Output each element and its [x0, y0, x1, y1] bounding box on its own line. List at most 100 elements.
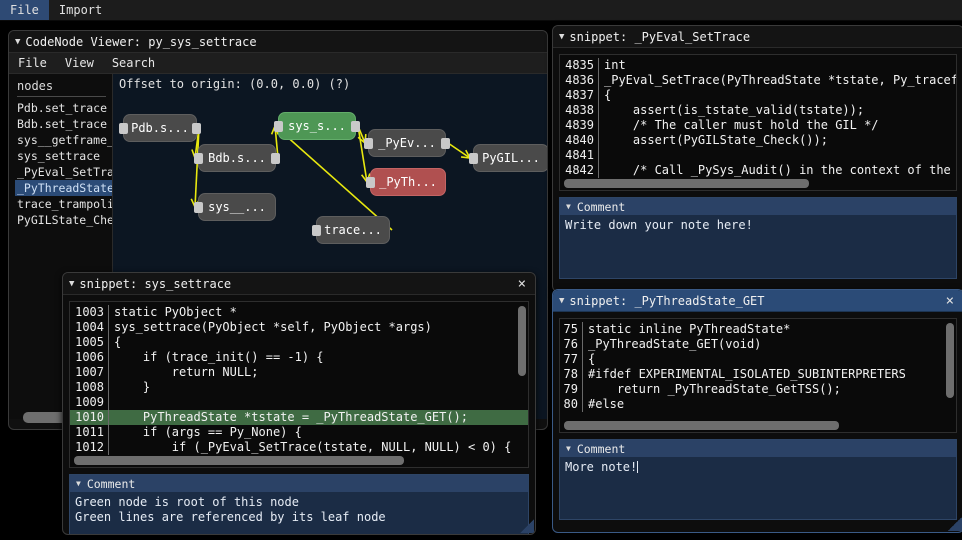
code-line-text: #else — [588, 397, 625, 411]
node-input-port[interactable] — [119, 123, 128, 134]
snippet-threadstate-code-area[interactable]: 75 static inline PyThreadState* 76 _PyThrea… — [559, 318, 957, 433]
comment-header[interactable]: ▼ Comment — [70, 475, 528, 492]
snippet-eval-code-area[interactable]: 4835 int 4836 _PyEval_SetTrace(PyThreadStat… — [559, 54, 957, 191]
snippet-settrace-hscrollbar[interactable] — [74, 456, 524, 465]
graph-node[interactable]: Pdb.s... — [119, 114, 201, 142]
node-input-port[interactable] — [469, 153, 478, 164]
scrollbar-thumb[interactable] — [564, 421, 839, 430]
code-line[interactable]: 1008 } — [70, 380, 528, 395]
snippet-window-sys-settrace[interactable]: ▼ snippet: sys_settrace × 1003 static PyO… — [62, 272, 536, 535]
node-list-item[interactable]: Pdb.set_trace — [15, 100, 112, 116]
node-output-port[interactable] — [441, 138, 450, 149]
code-line-text: { — [604, 88, 612, 102]
code-line[interactable]: 4835 int — [560, 58, 956, 73]
node-input-port[interactable] — [312, 225, 321, 236]
resize-handle-icon[interactable] — [520, 519, 534, 533]
node-input-port[interactable] — [366, 177, 375, 188]
code-line[interactable]: 1010 PyThreadState *tstate = _PyThreadSt… — [70, 410, 528, 425]
code-line[interactable]: 1005 { — [70, 335, 528, 350]
node-list-item[interactable]: trace_trampolin — [15, 196, 112, 212]
snippet-settrace-titlebar[interactable]: ▼ snippet: sys_settrace × — [63, 273, 535, 295]
collapse-caret-icon[interactable]: ▼ — [15, 37, 20, 47]
main-menu-view[interactable]: View — [56, 53, 103, 73]
resize-handle-icon[interactable] — [948, 517, 962, 531]
collapse-caret-icon[interactable]: ▼ — [559, 32, 564, 42]
graph-node[interactable]: _PyEv... — [364, 129, 450, 157]
code-line[interactable]: 1009 — [70, 395, 528, 410]
node-output-port[interactable] — [271, 153, 280, 164]
graph-node[interactable]: sys_s... — [274, 112, 360, 140]
collapse-caret-icon[interactable]: ▼ — [566, 202, 571, 211]
code-line[interactable]: 1007 return NULL; — [70, 365, 528, 380]
snippet-threadstate-comment-box[interactable]: ▼ Comment More note! — [559, 439, 957, 520]
code-line[interactable]: 4842 /* Call _PySys_Audit() in the conte… — [560, 163, 956, 178]
snippet-settrace-comment-box[interactable]: ▼ Comment Green node is root of this nod… — [69, 474, 529, 534]
graph-node[interactable]: _PyTh... — [366, 168, 446, 196]
code-line[interactable]: 1004 sys_settrace(PyObject *self, PyObjec… — [70, 320, 528, 335]
code-line-text: if (_PyEval_SetTrace(tstate, NULL, NULL)… — [114, 440, 512, 454]
snippet-eval-comment-box[interactable]: ▼ Comment Write down your note here! — [559, 197, 957, 279]
code-line[interactable]: 4837 { — [560, 88, 956, 103]
node-list-item[interactable]: Bdb.set_trace — [15, 116, 112, 132]
node-input-port[interactable] — [274, 121, 283, 132]
graph-node[interactable]: sys__... — [194, 193, 276, 221]
code-line[interactable]: 1003 static PyObject * — [70, 305, 528, 320]
code-line[interactable]: 1011 if (args == Py_None) { — [70, 425, 528, 440]
collapse-caret-icon[interactable]: ▼ — [76, 479, 81, 488]
comment-header[interactable]: ▼ Comment — [560, 198, 956, 215]
code-gutter — [598, 73, 599, 88]
node-output-port[interactable] — [192, 123, 201, 134]
comment-text[interactable]: Write down your note here! — [560, 215, 956, 236]
snippet-window-pythreadstate-get[interactable]: ▼ snippet: _PyThreadState_GET × 75 static… — [552, 289, 962, 533]
snippet-threadstate-vscrollbar[interactable] — [946, 323, 954, 398]
code-line[interactable]: 4841 — [560, 148, 956, 163]
node-list-item[interactable]: sys_settrace — [15, 148, 112, 164]
comment-text[interactable]: Green node is root of this node Green li… — [70, 492, 528, 528]
snippet-threadstate-hscrollbar[interactable] — [564, 421, 944, 430]
snippet-threadstate-titlebar[interactable]: ▼ snippet: _PyThreadState_GET × — [553, 290, 962, 312]
code-line[interactable]: 77 { — [560, 352, 956, 367]
main-menu-search[interactable]: Search — [103, 53, 164, 73]
code-line[interactable]: 76 _PyThreadState_GET(void) — [560, 337, 956, 352]
graph-node[interactable]: trace... — [312, 216, 390, 244]
snippet-window-pyeval-settrace[interactable]: ▼ snippet: _PyEval_SetTrace 4835 int 4836 _… — [552, 25, 962, 292]
collapse-caret-icon[interactable]: ▼ — [566, 444, 571, 453]
node-input-port[interactable] — [194, 153, 203, 164]
node-list-item[interactable]: sys__getframe_ — [15, 132, 112, 148]
graph-node[interactable]: Bdb.s... — [194, 144, 280, 172]
node-list-item[interactable]: PyGILState_Che — [15, 212, 112, 228]
node-output-port[interactable] — [351, 121, 360, 132]
graph-node[interactable]: PyGIL... — [469, 144, 547, 172]
menu-item-import[interactable]: Import — [49, 0, 112, 20]
node-list-item[interactable]: _PyEval_SetTra — [15, 164, 112, 180]
code-line[interactable]: 80 #else — [560, 397, 956, 412]
snippet-eval-hscrollbar[interactable] — [564, 179, 954, 188]
main-menu-file[interactable]: File — [9, 53, 56, 73]
code-line[interactable]: 1012 if (_PyEval_SetTrace(tstate, NULL, … — [70, 440, 528, 455]
collapse-caret-icon[interactable]: ▼ — [69, 279, 74, 289]
snippet-settrace-code-area[interactable]: 1003 static PyObject * 1004 sys_settrace(Py… — [69, 301, 529, 468]
scrollbar-thumb[interactable] — [74, 456, 404, 465]
snippet-eval-titlebar[interactable]: ▼ snippet: _PyEval_SetTrace — [553, 26, 962, 48]
code-line[interactable]: 1006 if (trace_init() == -1) { — [70, 350, 528, 365]
comment-text[interactable]: More note! — [560, 457, 956, 478]
code-line[interactable]: 4839 /* The caller must hold the GIL */ — [560, 118, 956, 133]
code-line[interactable]: 78 #ifdef EXPERIMENTAL_ISOLATED_SUBINTERP… — [560, 367, 956, 382]
comment-header-label: Comment — [576, 199, 626, 214]
node-input-port[interactable] — [194, 202, 203, 213]
code-line[interactable]: 4836 _PyEval_SetTrace(PyThreadState *tsta… — [560, 73, 956, 88]
collapse-caret-icon[interactable]: ▼ — [559, 296, 564, 306]
code-line[interactable]: 75 static inline PyThreadState* — [560, 322, 956, 337]
comment-header[interactable]: ▼ Comment — [560, 440, 956, 457]
node-input-port[interactable] — [364, 138, 373, 149]
snippet-settrace-vscrollbar[interactable] — [518, 306, 526, 376]
code-line[interactable]: 4838 assert(is_tstate_valid(tstate)); — [560, 103, 956, 118]
code-line[interactable]: 4840 assert(PyGILState_Check()); — [560, 133, 956, 148]
node-list-item[interactable]: _PyThreadState_ — [15, 180, 112, 196]
close-icon[interactable]: × — [943, 294, 957, 308]
main-window-titlebar[interactable]: ▼ CodeNode Viewer: py_sys_settrace — [9, 31, 547, 53]
code-line[interactable]: 79 return _PyThreadState_GetTSS(); — [560, 382, 956, 397]
menu-item-file[interactable]: File — [0, 0, 49, 20]
close-icon[interactable]: × — [515, 277, 529, 291]
scrollbar-thumb[interactable] — [564, 179, 809, 188]
